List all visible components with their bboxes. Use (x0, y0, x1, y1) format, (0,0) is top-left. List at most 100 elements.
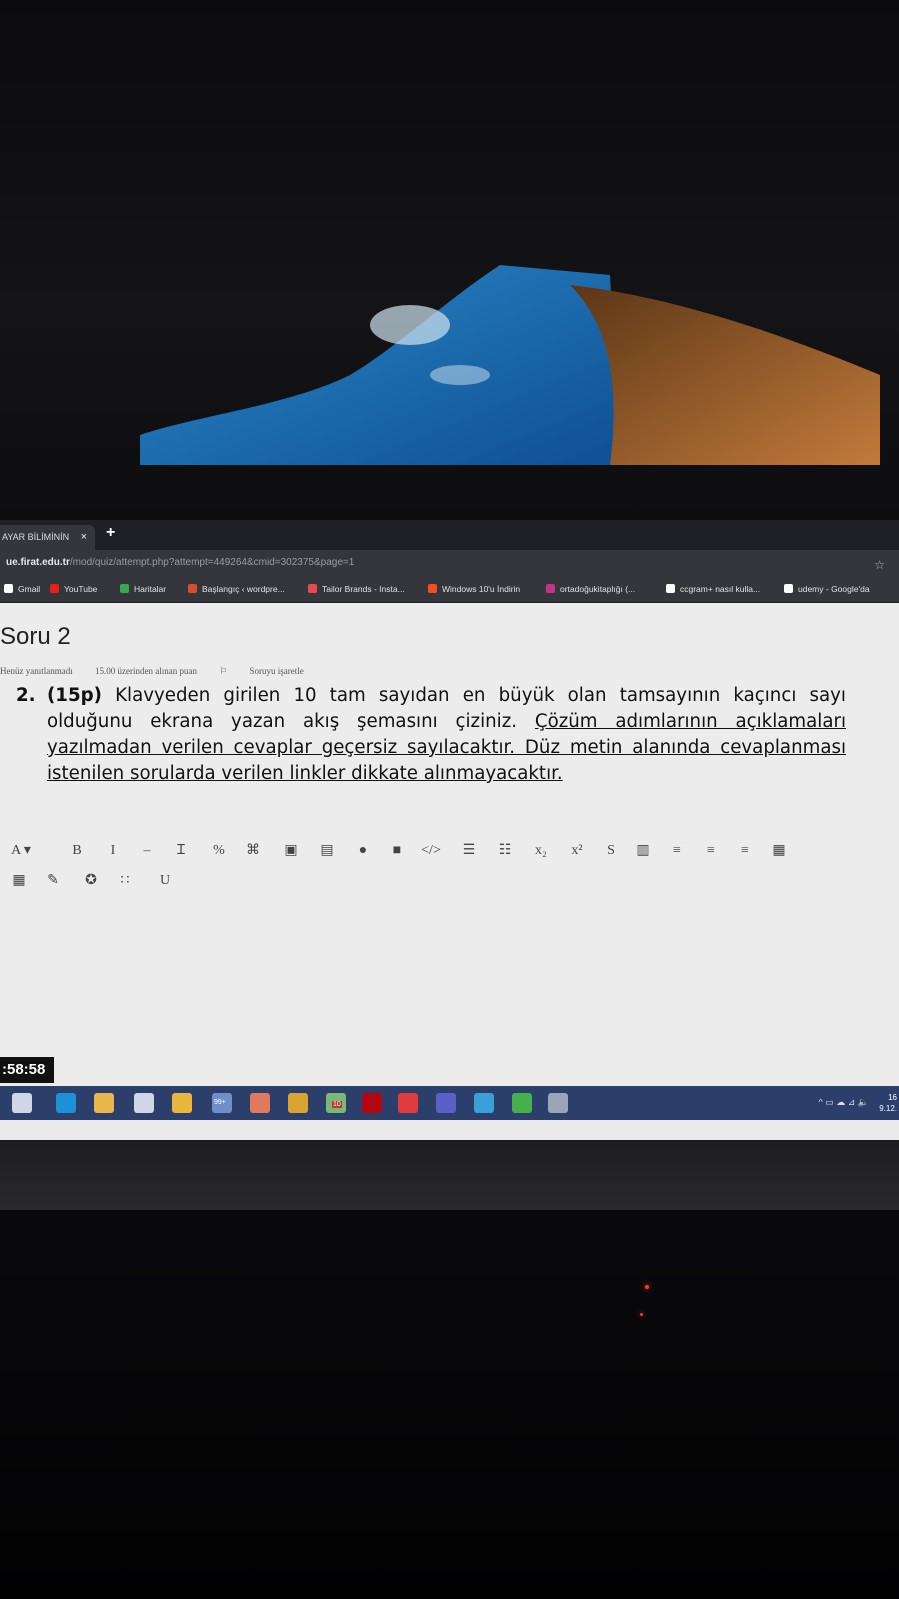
editor-toolbar: A ▾ B I – Ɪ% ⌘ ▣ ▤ ● ■ </> ☰ ☷ x₂ x² S ▥ ≡ ≡ ≡ ▦ ▦ ✎ ✪ ∷ U (8, 841, 898, 911)
bookmark-item[interactable]: Windows 10'u İndirin (428, 584, 520, 594)
font-color-icon[interactable]: A ▾ (8, 841, 34, 861)
chrome-profile-icon[interactable] (474, 1093, 494, 1113)
media-player-icon[interactable] (398, 1093, 418, 1113)
strikethrough-line-icon[interactable]: – (134, 841, 160, 861)
question-title: Soru 2 (0, 623, 71, 650)
browser-tab[interactable]: AYAR BİLİMİNİN × (0, 525, 95, 550)
calculator-icon[interactable]: ▦ (8, 871, 30, 891)
whatsapp-icon[interactable]: 99+ (212, 1093, 232, 1113)
question-points: 15.00 üzerinden alınan puan (94, 666, 197, 676)
quiz-page: Soru 2 Henüz yanıtlanmadı 15.00 üzerinde… (0, 603, 899, 1093)
app-z-icon[interactable] (288, 1093, 308, 1113)
system-tray[interactable]: ^ ▭ ☁ ⊿ 🔈 (819, 1097, 869, 1108)
chrome-icon[interactable] (172, 1093, 192, 1113)
align-center-icon[interactable]: ≡ (698, 841, 724, 861)
close-tab-icon[interactable]: × (81, 525, 87, 550)
bookmark-label: Başlangıç ‹ wordpre... (202, 584, 285, 594)
store-icon[interactable] (134, 1093, 154, 1113)
bookmark-item[interactable]: Haritalar (120, 584, 166, 594)
clear-format-icon[interactable]: Ɪ (168, 841, 194, 861)
camtasia-icon[interactable] (512, 1093, 532, 1113)
flag-question-link[interactable]: ⚐ Soruyu işaretle (219, 666, 324, 676)
browser-tab-bar: AYAR BİLİMİNİN × + (0, 520, 899, 550)
clock-time: 16 (888, 1093, 897, 1102)
taskbar-clock[interactable]: 16 9.12. (879, 1092, 897, 1114)
tab-title: AYAR BİLİMİNİN (2, 532, 70, 542)
grid-icon[interactable]: ▦ (766, 841, 792, 861)
points-label: (15p) (47, 685, 102, 706)
edit-icon[interactable]: ✎ (42, 871, 64, 891)
media-icon[interactable]: ▤ (314, 841, 340, 861)
app-icon[interactable] (548, 1093, 568, 1113)
bookmark-item[interactable]: ccgram+ nasıl kulla... (666, 584, 760, 594)
bookmark-label: ortadoğukitaplığı (... (560, 584, 636, 594)
bookmark-item[interactable]: Tailor Brands - Insta... (308, 584, 405, 594)
unlink-icon[interactable]: ⌘ (240, 841, 266, 861)
flag-label: Soruyu işaretle (249, 666, 304, 676)
html-icon[interactable]: </> (418, 841, 444, 861)
bookmark-favicon-icon (50, 584, 59, 593)
subscript-icon[interactable]: x₂ (528, 841, 554, 861)
italic-icon[interactable]: I (100, 841, 126, 861)
superscript-icon[interactable]: x² (564, 841, 590, 861)
new-tab-button[interactable]: + (106, 524, 115, 542)
laptop-bezel (0, 1140, 899, 1210)
question-status: Henüz yanıtlanmadı (0, 666, 73, 676)
bookmark-item[interactable]: Gmail (4, 584, 40, 594)
file-explorer-icon[interactable] (94, 1093, 114, 1113)
notification-badge: 99+ (214, 1099, 226, 1106)
bookmark-label: ccgram+ nasıl kulla... (680, 584, 761, 594)
bookmark-favicon-icon (120, 584, 129, 593)
laptop-screen: AYAR BİLİMİNİN × + ue.firat.edu.tr/mod/q… (0, 520, 899, 1140)
table-icon[interactable]: ▥ (630, 841, 656, 861)
url-host: ue.firat.edu.tr (6, 557, 70, 568)
power-led (645, 1285, 649, 1289)
url-text[interactable]: ue.firat.edu.tr/mod/quiz/attempt.php?att… (6, 557, 354, 568)
laptop-keyboard (0, 1210, 899, 1599)
wallpaper-cave-image (140, 265, 880, 465)
bookmark-favicon-icon (188, 584, 197, 593)
unordered-list-icon[interactable]: ☰ (456, 841, 482, 861)
underline-icon[interactable]: U (154, 871, 176, 891)
bookmarks-bar: Gmail YouTube Haritalar Başlangıç ‹ wordpre… (0, 578, 899, 603)
task-view-icon[interactable] (12, 1093, 32, 1113)
ordered-list-icon[interactable]: ☷ (492, 841, 518, 861)
accessibility-icon[interactable]: ✪ (80, 871, 102, 891)
notification-badge: 10 (332, 1101, 342, 1108)
record-audio-icon[interactable]: ● (350, 841, 376, 861)
bookmark-item[interactable]: udemy - Google'da (784, 584, 870, 594)
question-meta: Henüz yanıtlanmadı 15.00 üzerinden alına… (0, 666, 344, 677)
bookmark-favicon-icon (308, 584, 317, 593)
special-chars-icon[interactable]: ∷ (114, 871, 136, 891)
status-led (640, 1313, 643, 1316)
windows-taskbar: ^ ▭ ☁ ⊿ 🔈 16 9.12. 99+ 10 (0, 1086, 899, 1120)
bookmark-favicon-icon (4, 584, 13, 593)
bookmark-star-icon[interactable]: ☆ (874, 558, 885, 572)
record-video-icon[interactable]: ■ (384, 841, 410, 861)
address-bar[interactable]: ue.firat.edu.tr/mod/quiz/attempt.php?att… (0, 550, 899, 578)
bookmark-item[interactable]: ortadoğukitaplığı (... (546, 584, 635, 594)
link-icon[interactable]: % (206, 841, 232, 861)
mail-icon[interactable] (250, 1093, 270, 1113)
align-left-icon[interactable]: ≡ (664, 841, 690, 861)
netflix-icon[interactable] (362, 1093, 382, 1113)
bookmark-label: YouTube (64, 584, 98, 594)
answer-editor[interactable] (0, 903, 899, 1073)
bookmark-item[interactable]: Başlangıç ‹ wordpre... (188, 584, 285, 594)
bookmark-label: Gmail (18, 584, 41, 594)
strike-icon[interactable]: S (598, 841, 624, 861)
bookmark-label: Windows 10'u İndirin (442, 584, 521, 594)
app-10-icon[interactable]: 10 (326, 1093, 346, 1113)
teams-icon[interactable] (436, 1093, 456, 1113)
bookmark-label: Tailor Brands - Insta... (322, 584, 405, 594)
bookmark-favicon-icon (546, 584, 555, 593)
bookmark-label: Haritalar (134, 584, 167, 594)
bookmark-label: udemy - Google'da (798, 584, 870, 594)
image-icon[interactable]: ▣ (278, 841, 304, 861)
bold-icon[interactable]: B (64, 841, 90, 861)
align-right-icon[interactable]: ≡ (732, 841, 758, 861)
bookmark-favicon-icon (784, 584, 793, 593)
clock-date: 9.12. (879, 1104, 897, 1113)
edge-icon[interactable] (56, 1093, 76, 1113)
bookmark-item[interactable]: YouTube (50, 584, 97, 594)
